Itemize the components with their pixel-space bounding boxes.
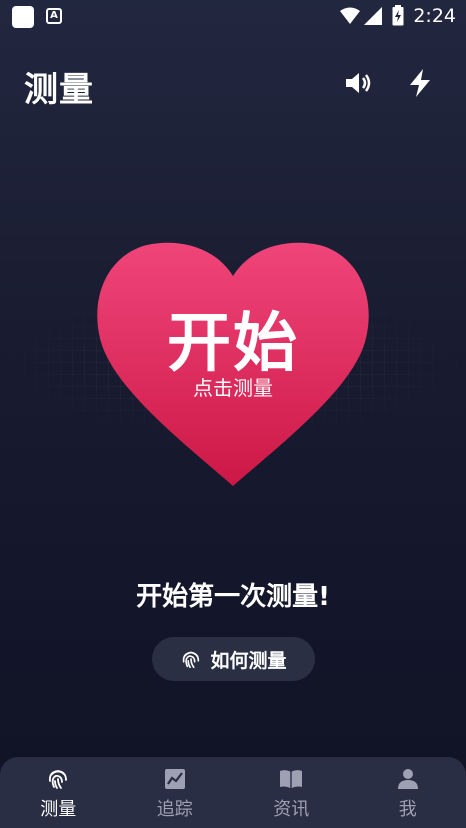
first-measure-prompt: 开始第一次测量! [136, 582, 330, 612]
fingerprint-icon [183, 651, 200, 669]
bottom-nav: 测量 追踪 资讯 我 [0, 757, 466, 828]
app-notification-icon: A [46, 8, 62, 24]
status-bar: A 2:24 [0, 0, 466, 34]
speaker-icon[interactable] [342, 66, 376, 100]
page-title: 测量 [24, 70, 94, 110]
nav-item-measure[interactable]: 测量 [0, 757, 117, 828]
nav-label: 追踪 [156, 799, 193, 820]
book-icon [280, 770, 303, 788]
how-to-measure-button[interactable]: 如何测量 [152, 637, 315, 681]
fingerprint-icon [49, 770, 68, 789]
signal-icon [364, 7, 382, 25]
chart-icon [164, 769, 185, 789]
person-icon [397, 769, 418, 789]
battery-icon [392, 5, 404, 26]
clock: 2:24 [413, 5, 456, 27]
heart-main-label: 开始 [167, 307, 299, 381]
notification-icon [12, 6, 34, 28]
how-to-measure-label: 如何测量 [210, 649, 287, 672]
heart-sub-label: 点击测量 [193, 376, 273, 400]
nav-label: 资讯 [273, 799, 310, 820]
nav-item-news[interactable]: 资讯 [233, 757, 350, 828]
nav-label: 测量 [40, 799, 77, 820]
lightning-icon[interactable] [403, 66, 437, 100]
nav-item-me[interactable]: 我 [350, 757, 466, 828]
wifi-icon [340, 7, 360, 24]
nav-label: 我 [398, 799, 417, 820]
nav-item-track[interactable]: 追踪 [117, 757, 234, 828]
